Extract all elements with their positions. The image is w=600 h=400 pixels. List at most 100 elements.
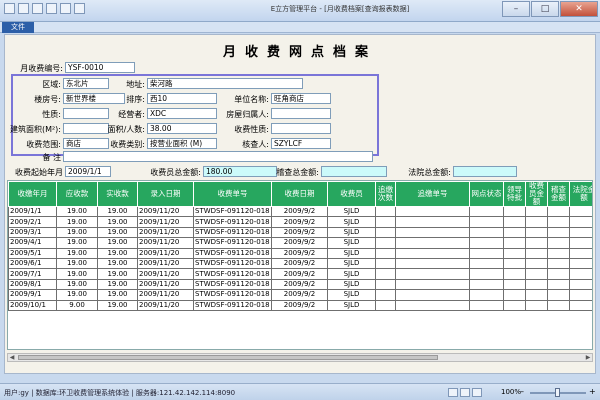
col-header-audit-amount[interactable]: 稽查金额 [547,181,570,207]
cell-approval[interactable] [503,289,526,301]
cell-chase-count[interactable] [375,216,396,228]
cell-audit-amount[interactable] [547,299,570,311]
order-field[interactable]: 西10 [147,93,217,104]
cell-month[interactable]: 2009/8/1 [8,278,57,291]
cell-chase-no[interactable] [395,278,470,291]
col-header-court-amount[interactable]: 法院金额 [569,181,592,207]
cell-court-amount[interactable] [569,299,592,311]
cell-fee-date[interactable]: 2009/9/2 [271,247,328,259]
cell-collector-amount[interactable] [525,237,548,249]
cell-collector[interactable]: SJLD [327,226,376,239]
col-header-receipt-no[interactable]: 收费单号 [193,181,272,207]
cell-collector-amount[interactable] [525,278,548,291]
cell-entry-date[interactable]: 2009/11/20 [137,237,194,249]
cell-audit-amount[interactable] [547,237,570,249]
customize-icon[interactable] [74,3,85,14]
cell-receipt-no[interactable]: STWDSF-091120-018 [193,237,272,249]
cell-outlet-status[interactable] [469,257,504,270]
region-field[interactable]: 东北片 [63,78,109,89]
cell-outlet-status[interactable] [469,205,504,218]
zoom-out-button[interactable]: – [520,387,524,396]
minimize-button[interactable]: – [502,1,530,17]
cell-approval[interactable] [503,257,526,270]
cell-collector[interactable]: SJLD [327,289,376,301]
cell-collector[interactable]: SJLD [327,216,376,228]
area-field[interactable] [63,123,109,134]
scroll-left-icon[interactable]: ◀ [8,354,16,361]
scope-field[interactable]: 商店 [63,138,109,149]
cell-audit-amount[interactable] [547,216,570,228]
cell-month[interactable]: 2009/1/1 [8,205,57,218]
cell-entry-date[interactable]: 2009/11/20 [137,299,194,311]
cell-collector-amount[interactable] [525,216,548,228]
scroll-right-icon[interactable]: ▶ [584,354,592,361]
close-button[interactable]: ✕ [560,1,598,17]
cell-month[interactable]: 2009/3/1 [8,226,57,239]
table-row[interactable]: 2009/3/1 19.00 19.00 2009/11/20 STWDSF-09112… [8,226,592,239]
save-icon[interactable] [18,3,29,14]
cell-fee-date[interactable]: 2009/9/2 [271,226,328,239]
cell-approval[interactable] [503,278,526,291]
cell-collector[interactable]: SJLD [327,299,376,311]
cell-collector[interactable]: SJLD [327,205,376,218]
cell-court-amount[interactable] [569,226,592,239]
cell-receivable[interactable]: 19.00 [56,237,98,249]
zoom-in-button[interactable]: + [589,387,596,396]
col-header-fee-date[interactable]: 收费日期 [271,181,328,207]
cell-chase-count[interactable] [375,247,396,259]
cell-collector[interactable]: SJLD [327,278,376,291]
cell-chase-no[interactable] [395,247,470,259]
cell-month[interactable]: 2009/5/1 [8,247,57,259]
table-row[interactable]: 2009/5/1 19.00 19.00 2009/11/20 STWDSF-09112… [8,247,592,259]
maximize-button[interactable]: □ [531,1,559,17]
cell-entry-date[interactable]: 2009/11/20 [137,257,194,270]
address-field[interactable]: 柴河路 [147,78,303,89]
cell-fee-date[interactable]: 2009/9/2 [271,268,328,280]
cell-outlet-status[interactable] [469,216,504,228]
cell-collector-amount[interactable] [525,268,548,280]
cell-month[interactable]: 2009/4/1 [8,237,57,249]
unit-field[interactable]: 旺角商店 [271,93,331,104]
cell-chase-count[interactable] [375,278,396,291]
cell-collector[interactable]: SJLD [327,247,376,259]
cell-collector[interactable]: SJLD [327,257,376,270]
cell-court-amount[interactable] [569,268,592,280]
cell-collector-amount[interactable] [525,299,548,311]
cell-court-amount[interactable] [569,205,592,218]
cell-receipt-no[interactable]: STWDSF-091120-018 [193,289,272,301]
col-header-collector[interactable]: 收费员 [327,181,376,207]
cell-received[interactable]: 19.00 [97,268,138,280]
cell-chase-no[interactable] [395,205,470,218]
cell-collector-amount[interactable] [525,247,548,259]
cell-receivable[interactable]: 19.00 [56,226,98,239]
cell-entry-date[interactable]: 2009/11/20 [137,289,194,301]
cell-receivable[interactable]: 9.00 [56,299,98,311]
horizontal-scrollbar[interactable]: ◀ ▶ [7,353,593,362]
cell-month[interactable]: 2009/9/1 [8,289,57,301]
cell-received[interactable]: 19.00 [97,278,138,291]
cell-court-amount[interactable] [569,247,592,259]
cell-collector-amount[interactable] [525,257,548,270]
cell-receipt-no[interactable]: STWDSF-091120-018 [193,257,272,270]
app-icon[interactable] [4,3,15,14]
cell-receipt-no[interactable]: STWDSF-091120-018 [193,226,272,239]
print-icon[interactable] [60,3,71,14]
cell-approval[interactable] [503,226,526,239]
cell-chase-count[interactable] [375,268,396,280]
cell-receivable[interactable]: 19.00 [56,257,98,270]
cell-month[interactable]: 2009/2/1 [8,216,57,228]
cell-audit-amount[interactable] [547,257,570,270]
cell-chase-count[interactable] [375,226,396,239]
cell-receivable[interactable]: 19.00 [56,268,98,280]
cell-receipt-no[interactable]: STWDSF-091120-018 [193,278,272,291]
col-header-outlet-status[interactable]: 网点状态 [469,181,504,207]
start-month-field[interactable]: 2009/1/1 [65,166,111,177]
cell-court-amount[interactable] [569,289,592,301]
cell-chase-count[interactable] [375,289,396,301]
cell-receivable[interactable]: 19.00 [56,216,98,228]
cell-fee-date[interactable]: 2009/9/2 [271,278,328,291]
zoom-slider-knob[interactable] [555,388,560,397]
col-header-month[interactable]: 收缴年月 [8,181,57,207]
cell-receipt-no[interactable]: STWDSF-091120-018 [193,247,272,259]
code-field[interactable]: YSF-0010 [65,62,135,73]
